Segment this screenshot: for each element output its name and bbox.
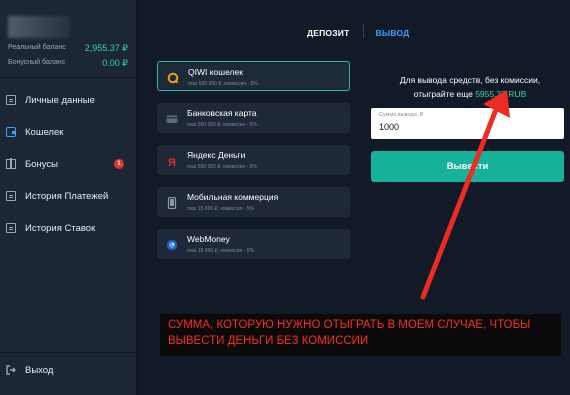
sidebar: Реальный баланс 2,955.37 ₽ Бонусный бала…	[0, 0, 137, 395]
gift-icon	[6, 158, 16, 169]
info-prefix: отыграйте еще	[413, 89, 473, 99]
blurred-username	[8, 16, 70, 38]
method-qiwi[interactable]: QIWI кошелек max 500 000 ₽, комиссия - 5…	[157, 61, 350, 91]
tab-bar: ДЕПОЗИТ ВЫВОД	[307, 28, 435, 38]
bonus-balance-row: Бонусный баланс 0.00 ₽	[8, 58, 128, 68]
method-mobile-commerce[interactable]: Мобильная коммерция max 15 000 ₽, комисс…	[157, 187, 350, 217]
sidebar-item-label: Личные данные	[25, 94, 95, 106]
bonus-count-badge: 1	[114, 159, 124, 169]
tab-divider	[363, 24, 364, 38]
tab-deposit[interactable]: ДЕПОЗИТ	[307, 28, 349, 38]
method-title: WebMoney	[187, 234, 230, 244]
required-wager-amount: 5955.37 RUB	[475, 89, 527, 99]
tab-withdraw[interactable]: ВЫВОД	[375, 28, 409, 38]
method-limits: max 15 000 ₽, комиссия - 5%	[187, 248, 254, 254]
method-title: Мобильная коммерция	[187, 192, 279, 202]
wallet-icon	[6, 127, 16, 137]
withdraw-amount-input[interactable]	[379, 122, 549, 132]
logout-icon	[6, 365, 16, 375]
info-line-2: отыграйте еще 5955.37 RUB	[370, 87, 570, 101]
method-limits: max 500 000 ₽, комиссия - 5%	[187, 164, 257, 170]
bets-history-icon	[6, 223, 16, 233]
sidebar-item-profile[interactable]: Личные данные	[0, 88, 136, 112]
sidebar-item-label: Кошелек	[25, 126, 64, 138]
method-title: Яндекс Деньги	[187, 150, 246, 160]
svg-text:Я: Я	[168, 157, 176, 167]
qiwi-icon	[167, 71, 179, 84]
real-balance-row: Реальный баланс 2,955.37 ₽	[8, 43, 128, 53]
logout-label: Выход	[25, 364, 54, 376]
sidebar-item-wallet[interactable]: Кошелек	[0, 120, 136, 144]
bonus-balance-label: Бонусный баланс	[8, 59, 66, 66]
method-limits: max 15 000 ₽, комиссия - 5%	[187, 206, 254, 212]
bank-card-icon	[166, 112, 178, 124]
method-limits: max 500 000 ₽, комиссия - 5%	[188, 81, 258, 87]
method-bank-card[interactable]: Банковская карта max 500 000 ₽, комиссия…	[157, 103, 350, 133]
yandex-money-icon: Я	[166, 154, 178, 169]
sidebar-item-label: История Ставок	[25, 222, 96, 234]
webmoney-icon	[166, 238, 178, 251]
method-title: Банковская карта	[187, 108, 257, 118]
info-line-1: Для вывода средств, без комиссии,	[399, 75, 541, 85]
divider	[0, 352, 136, 353]
bonus-balance-value: 0.00 ₽	[102, 58, 128, 68]
mobile-phone-icon	[166, 196, 178, 210]
sidebar-item-bet-history[interactable]: История Ставок	[0, 216, 136, 240]
logout-button[interactable]: Выход	[0, 358, 136, 382]
withdraw-button[interactable]: Вывести	[371, 151, 564, 182]
method-webmoney[interactable]: WebMoney max 15 000 ₽, комиссия - 5%	[157, 229, 350, 259]
real-balance-label: Реальный баланс	[8, 44, 66, 51]
annotation-note: СУММА, КОТОРУЮ НУЖНО ОТЫГРАТЬ В МОЕМ СЛУ…	[160, 314, 561, 356]
sidebar-item-label: История Платежей	[25, 190, 109, 202]
payments-history-icon	[6, 191, 16, 201]
real-balance-value: 2,955.37 ₽	[84, 43, 128, 53]
divider	[0, 77, 136, 78]
method-yandex-money[interactable]: Я Яндекс Деньги max 500 000 ₽, комиссия …	[157, 145, 350, 175]
sidebar-item-payment-history[interactable]: История Платежей	[0, 184, 136, 208]
sidebar-item-bonuses[interactable]: Бонусы 1	[0, 152, 136, 176]
method-title: QIWI кошелек	[188, 67, 243, 77]
withdraw-info: Для вывода средств, без комиссии, отыгра…	[370, 73, 570, 101]
sidebar-item-label: Бонусы	[25, 158, 58, 170]
profile-card-icon	[6, 95, 16, 105]
withdraw-amount-field[interactable]: Сумма вывода, ₽	[371, 108, 564, 139]
withdraw-amount-label: Сумма вывода, ₽	[379, 112, 424, 118]
method-limits: max 500 000 ₽, комиссия - 5%	[187, 122, 257, 128]
